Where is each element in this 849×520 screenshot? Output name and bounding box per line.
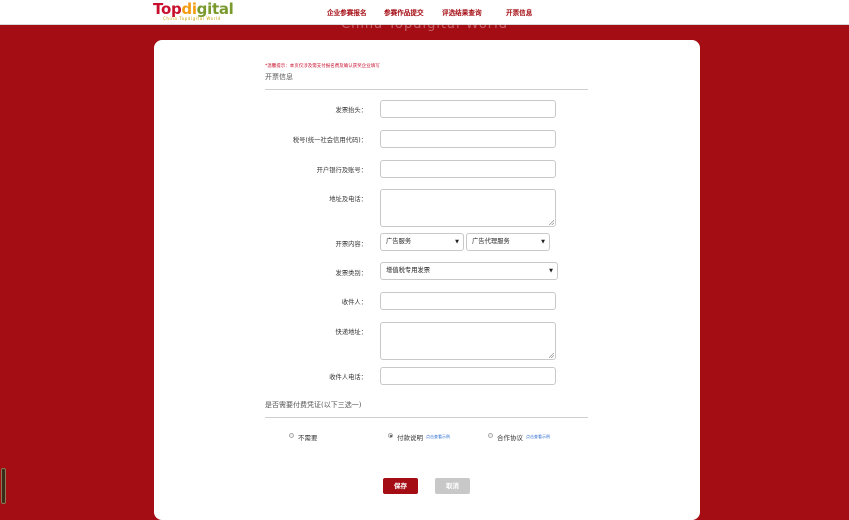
label-recipient-phone: 收件人电话： bbox=[329, 374, 367, 381]
label-express-address: 快递地址： bbox=[335, 329, 367, 336]
radio-unchecked-icon[interactable] bbox=[488, 433, 493, 438]
section-divider bbox=[265, 417, 588, 418]
voucher-option-label: 不需要 bbox=[298, 434, 318, 442]
tax-id-input[interactable] bbox=[380, 130, 556, 148]
chevron-down-icon: ▼ bbox=[549, 268, 553, 274]
label-invoice-type: 发票类别： bbox=[335, 270, 367, 277]
recipient-input[interactable] bbox=[380, 292, 556, 310]
label-address-phone: 地址及电话： bbox=[329, 196, 367, 203]
nav-item-registration[interactable]: 企业参赛报名 bbox=[327, 7, 367, 17]
label-bank-account: 开户银行及账号： bbox=[316, 167, 367, 174]
radio-checked-icon[interactable] bbox=[388, 433, 393, 438]
select-1-value: 广告服务 bbox=[386, 238, 412, 245]
label-invoice-content: 开票内容： bbox=[335, 241, 367, 248]
view-example-link[interactable]: 点击查看示例 bbox=[526, 434, 550, 440]
label-recipient: 收件人： bbox=[341, 299, 367, 306]
radio-unchecked-icon[interactable] bbox=[289, 433, 294, 438]
section-divider bbox=[265, 89, 588, 90]
background-caption: China Topdigital World bbox=[341, 17, 508, 32]
cancel-button[interactable]: 取消 bbox=[435, 478, 470, 494]
recipient-phone-input[interactable] bbox=[380, 367, 556, 385]
express-address-textarea[interactable] bbox=[380, 322, 556, 360]
nav-item-results[interactable]: 评选结果查询 bbox=[442, 7, 482, 17]
section-title-voucher: 是否需要付费凭证(以下三选一) bbox=[265, 401, 362, 409]
invoice-title-input[interactable] bbox=[380, 100, 556, 118]
select-2-value: 广告代理服务 bbox=[472, 238, 510, 245]
section-title-invoice: 开票信息 bbox=[265, 73, 293, 81]
warning-tip: *温馨提示：本页仅涉及需支付报名费及确认获奖企业填写 bbox=[265, 64, 380, 69]
side-scroll-handle[interactable] bbox=[1, 468, 6, 504]
voucher-option-label: 合作协议 bbox=[497, 434, 523, 442]
save-button[interactable]: 保存 bbox=[383, 478, 418, 494]
nav-item-submission[interactable]: 参赛作品提交 bbox=[384, 7, 424, 17]
address-phone-textarea[interactable] bbox=[380, 189, 556, 227]
invoice-content-select-2[interactable]: 广告代理服务 ▼ bbox=[466, 233, 550, 251]
invoice-type-value: 增值税专用发票 bbox=[386, 267, 431, 274]
resize-grip-icon[interactable] bbox=[549, 353, 554, 358]
invoice-content-select-1[interactable]: 广告服务 ▼ bbox=[380, 233, 464, 251]
resize-grip-icon[interactable] bbox=[549, 220, 554, 225]
bank-account-input[interactable] bbox=[380, 160, 556, 178]
invoice-type-select[interactable]: 增值税专用发票 ▼ bbox=[380, 262, 558, 280]
label-invoice-title: 发票抬头： bbox=[335, 107, 367, 114]
chevron-down-icon: ▼ bbox=[455, 239, 459, 245]
nav-item-invoice[interactable]: 开票信息 bbox=[506, 7, 532, 17]
label-tax-id: 税号(统一社会信用代码)： bbox=[292, 137, 367, 144]
voucher-option-label: 付款说明 bbox=[397, 434, 423, 442]
chevron-down-icon: ▼ bbox=[541, 239, 545, 245]
view-example-link[interactable]: 点击查看示例 bbox=[426, 434, 450, 440]
